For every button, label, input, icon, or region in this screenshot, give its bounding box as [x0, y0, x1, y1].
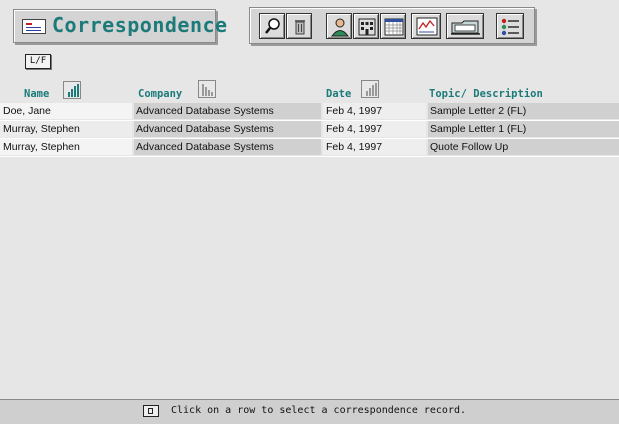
trash-icon [295, 20, 305, 35]
hint-icon [143, 405, 159, 417]
cell-company: Advanced Database Systems [134, 139, 321, 155]
list-icon [501, 18, 519, 36]
calendar-icon [384, 18, 404, 36]
title-panel: Correspondence [13, 9, 227, 43]
reports-button[interactable] [411, 13, 441, 39]
sort-name-icon[interactable] [63, 81, 81, 99]
sort-date-icon[interactable] [361, 80, 379, 98]
letter-icon [22, 19, 46, 34]
header-topic[interactable]: Topic/ Description [429, 88, 543, 100]
cell-company: Advanced Database Systems [134, 121, 321, 137]
person-icon [331, 18, 349, 37]
delete-button[interactable] [286, 13, 312, 39]
sort-company-icon[interactable] [198, 80, 216, 98]
table-row[interactable]: Doe, Jane Advanced Database Systems Feb … [0, 103, 619, 121]
cell-date: Feb 4, 1997 [323, 121, 426, 137]
table-row[interactable]: Murray, Stephen Advanced Database System… [0, 121, 619, 139]
list-view-button[interactable] [496, 13, 524, 39]
header-name[interactable]: Name [24, 88, 49, 100]
cell-topic: Sample Letter 2 (FL) [428, 103, 619, 119]
cell-name: Doe, Jane [0, 103, 132, 119]
cell-topic: Sample Letter 1 (FL) [428, 121, 619, 137]
toolbar [249, 7, 535, 44]
cell-name: Murray, Stephen [0, 121, 132, 137]
status-bar: Click on a row to select a correspondenc… [0, 399, 619, 424]
correspondence-list: Doe, Jane Advanced Database Systems Feb … [0, 103, 619, 157]
table-row[interactable]: Murray, Stephen Advanced Database System… [0, 139, 619, 157]
header-date[interactable]: Date [326, 88, 351, 100]
companies-button[interactable] [353, 13, 379, 39]
find-button[interactable] [259, 13, 285, 39]
folder-icon [451, 20, 480, 35]
cell-company: Advanced Database Systems [134, 103, 321, 119]
folder-button[interactable] [446, 13, 484, 39]
building-icon [358, 18, 376, 36]
cell-date: Feb 4, 1997 [323, 103, 426, 119]
cell-topic: Quote Follow Up [428, 139, 619, 155]
app-title: Correspondence [52, 13, 228, 37]
contacts-button[interactable] [326, 13, 352, 39]
lf-button[interactable]: L/F [25, 54, 51, 69]
calendar-button[interactable] [380, 13, 406, 39]
chart-document-icon [416, 17, 438, 36]
magnifier-icon [265, 18, 280, 34]
cell-date: Feb 4, 1997 [323, 139, 426, 155]
header-company[interactable]: Company [138, 88, 182, 100]
status-message: Click on a row to select a correspondenc… [171, 405, 467, 416]
cell-name: Murray, Stephen [0, 139, 132, 155]
